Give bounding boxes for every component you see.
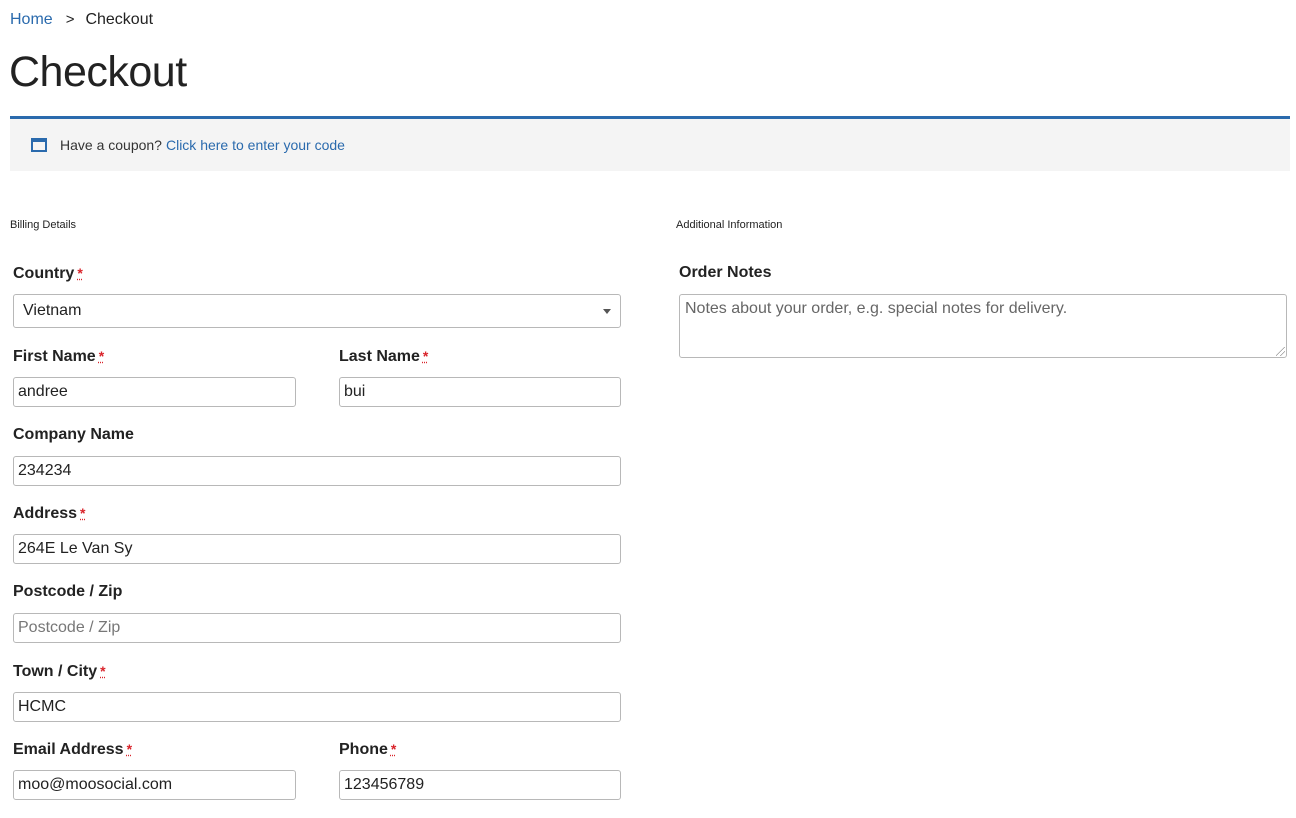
phone-label-text: Phone (339, 741, 388, 758)
company-name-input[interactable] (13, 456, 621, 486)
checkout-page: Home > Checkout Checkout Have a coupon? … (0, 0, 1296, 818)
breadcrumb-separator: > (65, 11, 75, 28)
city-label-text: Town / City (13, 663, 98, 680)
country-label: Country * (13, 263, 83, 284)
required-marker: * (126, 741, 133, 757)
postcode-label: Postcode / Zip (13, 582, 122, 602)
required-marker: * (80, 505, 86, 521)
first-name-label-text: First Name (13, 348, 96, 365)
enter-coupon-link[interactable]: Click here to enter your code (166, 137, 345, 153)
additional-information-heading: Additional Information (676, 219, 783, 231)
first-name-label: First Name * (13, 346, 104, 367)
address-label-text: Address (13, 505, 78, 522)
breadcrumb: Home > Checkout (10, 10, 153, 30)
required-marker: * (100, 663, 106, 679)
city-label: Town / City * (13, 661, 106, 682)
address-input[interactable] (13, 534, 621, 564)
required-marker: * (98, 348, 105, 364)
email-input[interactable] (13, 770, 296, 800)
page-title: Checkout (9, 48, 187, 96)
address-label: Address * (13, 503, 85, 524)
company-name-label-text: Company Name (13, 426, 134, 443)
required-marker: * (390, 741, 397, 757)
last-name-label-text: Last Name (339, 348, 420, 365)
last-name-label: Last Name * (339, 346, 428, 367)
postcode-input[interactable] (13, 613, 621, 643)
phone-input[interactable] (339, 770, 621, 800)
calendar-icon (31, 138, 47, 152)
company-name-label: Company Name (13, 425, 134, 445)
email-label-text: Email Address (13, 741, 124, 758)
required-marker: * (77, 265, 83, 281)
postcode-label-text: Postcode / Zip (13, 583, 123, 600)
coupon-prompt: Have a coupon? (60, 137, 162, 153)
order-notes-label-text: Order Notes (679, 264, 772, 281)
first-name-input[interactable] (13, 377, 296, 407)
resize-handle-icon[interactable] (1276, 347, 1285, 356)
country-selected-value: Vietnam (23, 302, 82, 319)
required-marker: * (422, 348, 429, 364)
last-name-input[interactable] (339, 377, 621, 407)
order-notes-label: Order Notes (679, 263, 771, 283)
country-label-text: Country (13, 265, 75, 282)
order-notes-textarea[interactable] (679, 294, 1287, 358)
country-select[interactable]: Vietnam (13, 294, 621, 328)
breadcrumb-current: Checkout (85, 11, 154, 28)
caret-down-icon (603, 309, 611, 314)
breadcrumb-home-link[interactable]: Home (10, 10, 53, 30)
coupon-notice: Have a coupon? Click here to enter your … (10, 116, 1290, 171)
billing-details-heading: Billing Details (10, 219, 77, 231)
email-label: Email Address * (13, 739, 132, 760)
city-input[interactable] (13, 692, 621, 722)
phone-label: Phone * (339, 739, 396, 760)
